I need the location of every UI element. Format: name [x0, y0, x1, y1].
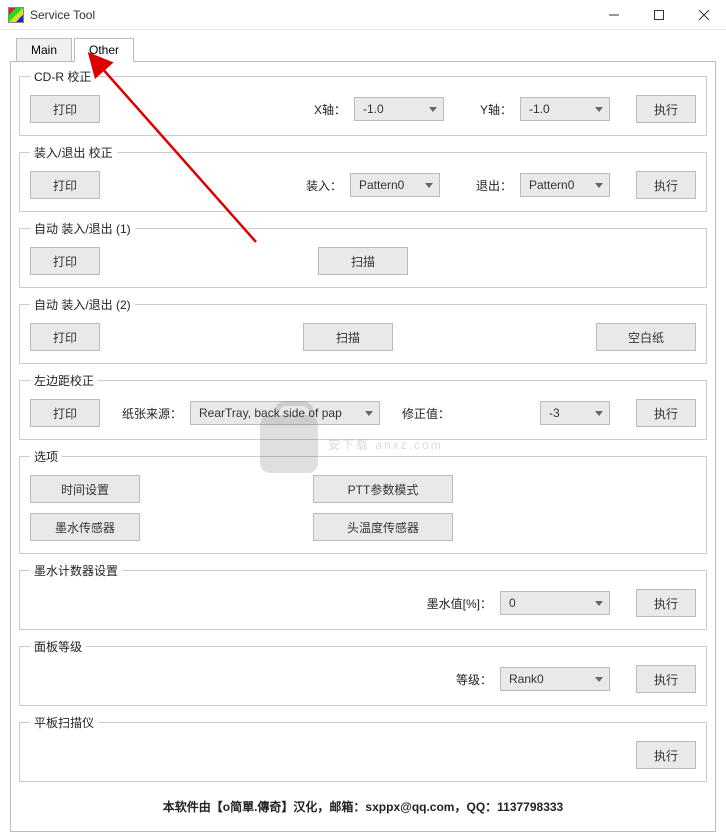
group-auto1: 自动 装入/退出 (1) 打印 扫描 [19, 220, 707, 288]
leftmargin-print-button[interactable]: 打印 [30, 399, 100, 427]
inout-out-select[interactable]: Pattern0 [520, 173, 610, 197]
leftmargin-exec-button[interactable]: 执行 [636, 399, 696, 427]
panel-exec-button[interactable]: 执行 [636, 665, 696, 693]
options-ptt-button[interactable]: PTT参数模式 [313, 475, 453, 503]
group-auto2: 自动 装入/退出 (2) 打印 扫描 空白纸 [19, 296, 707, 364]
cdr-x-select[interactable]: -1.0 [354, 97, 444, 121]
footer-credit: 本软件由【o简單.傳奇】汉化，邮箱：sxppx@qq.com，QQ：113779… [19, 790, 707, 821]
tab-panel-other: CD-R 校正 打印 X轴： -1.0 Y轴： -1.0 执行 装入/退出 校正… [10, 61, 716, 832]
inkcounter-label: 墨水值[%]： [427, 595, 492, 612]
window-title: Service Tool [30, 8, 591, 22]
leftmargin-corr-select[interactable]: -3 [540, 401, 610, 425]
options-headtemp-button[interactable]: 头温度传感器 [313, 513, 453, 541]
group-cdr: CD-R 校正 打印 X轴： -1.0 Y轴： -1.0 执行 [19, 68, 707, 136]
group-inout-legend: 装入/退出 校正 [30, 144, 117, 161]
auto2-print-button[interactable]: 打印 [30, 323, 100, 351]
tab-other[interactable]: Other [74, 38, 134, 62]
leftmargin-corr-label: 修正值： [402, 405, 450, 422]
auto2-scan-button[interactable]: 扫描 [303, 323, 393, 351]
app-icon [8, 7, 24, 23]
group-leftmargin: 左边距校正 打印 纸张来源： RearTray, back side of pa… [19, 372, 707, 440]
inout-in-label: 装入： [306, 177, 342, 194]
flatbed-exec-button[interactable]: 执行 [636, 741, 696, 769]
tab-bar: Main Other [16, 38, 716, 62]
cdr-y-label: Y轴： [480, 101, 512, 118]
cdr-print-button[interactable]: 打印 [30, 95, 100, 123]
inout-exec-button[interactable]: 执行 [636, 171, 696, 199]
group-flatbed-legend: 平板扫描仪 [30, 714, 98, 731]
auto1-scan-button[interactable]: 扫描 [318, 247, 408, 275]
group-options-legend: 选项 [30, 448, 62, 465]
options-ink-button[interactable]: 墨水传感器 [30, 513, 140, 541]
inout-in-select[interactable]: Pattern0 [350, 173, 440, 197]
maximize-button[interactable] [636, 0, 681, 30]
leftmargin-source-select[interactable]: RearTray, back side of pap [190, 401, 380, 425]
minimize-button[interactable] [591, 0, 636, 30]
inout-print-button[interactable]: 打印 [30, 171, 100, 199]
group-leftmargin-legend: 左边距校正 [30, 372, 98, 389]
titlebar: Service Tool [0, 0, 726, 30]
group-panel: 面板等级 等级： Rank0 执行 [19, 638, 707, 706]
group-auto1-legend: 自动 装入/退出 (1) [30, 220, 135, 237]
options-time-button[interactable]: 时间设置 [30, 475, 140, 503]
group-auto2-legend: 自动 装入/退出 (2) [30, 296, 135, 313]
leftmargin-source-label: 纸张来源： [122, 405, 182, 422]
cdr-x-label: X轴： [314, 101, 346, 118]
panel-select[interactable]: Rank0 [500, 667, 610, 691]
tab-main[interactable]: Main [16, 38, 72, 62]
inkcounter-select[interactable]: 0 [500, 591, 610, 615]
inkcounter-exec-button[interactable]: 执行 [636, 589, 696, 617]
group-flatbed: 平板扫描仪 执行 [19, 714, 707, 782]
close-button[interactable] [681, 0, 726, 30]
group-inkcounter: 墨水计数器设置 墨水值[%]： 0 执行 [19, 562, 707, 630]
inout-out-label: 退出： [476, 177, 512, 194]
auto1-print-button[interactable]: 打印 [30, 247, 100, 275]
group-panel-legend: 面板等级 [30, 638, 86, 655]
group-options: 选项 时间设置 PTT参数模式 墨水传感器 头温度传感器 [19, 448, 707, 554]
group-inout: 装入/退出 校正 打印 装入： Pattern0 退出： Pattern0 执行 [19, 144, 707, 212]
panel-label: 等级： [456, 671, 492, 688]
cdr-exec-button[interactable]: 执行 [636, 95, 696, 123]
cdr-y-select[interactable]: -1.0 [520, 97, 610, 121]
group-inkcounter-legend: 墨水计数器设置 [30, 562, 122, 579]
group-cdr-legend: CD-R 校正 [30, 68, 95, 85]
auto2-blank-button[interactable]: 空白纸 [596, 323, 696, 351]
